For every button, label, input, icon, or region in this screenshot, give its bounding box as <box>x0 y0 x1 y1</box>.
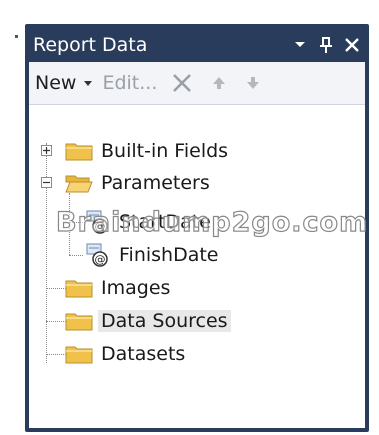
new-label: New <box>35 72 77 94</box>
report-data-panel: Report Data New Edit... Built-in Fields … <box>25 24 369 432</box>
svg-text:@: @ <box>95 220 106 233</box>
tree-node-data-sources[interactable]: Data Sources <box>65 306 231 336</box>
move-down-icon[interactable] <box>245 75 261 91</box>
tree-node-images[interactable]: Images <box>65 273 170 303</box>
delete-icon[interactable] <box>171 72 193 94</box>
panel-body: New Edit... Built-in Fields Parameters @… <box>29 62 365 428</box>
panel-titlebar: Report Data <box>29 28 365 62</box>
folder-icon <box>65 280 93 298</box>
collapse-parameters-toggle[interactable] <box>41 177 52 188</box>
tree-node-datasets[interactable]: Datasets <box>65 339 185 369</box>
tree-connector-start <box>69 222 83 223</box>
edit-button[interactable]: Edit... <box>102 72 157 94</box>
new-button[interactable]: New <box>35 72 93 94</box>
node-label: Datasets <box>101 343 186 365</box>
pin-icon[interactable] <box>313 31 339 59</box>
node-label: Data Sources <box>98 310 231 332</box>
report-data-tree: Built-in Fields Parameters @ StartDate @… <box>29 105 365 365</box>
open-folder-icon <box>65 175 93 193</box>
node-label: Built-in Fields <box>101 140 229 162</box>
window-position-dropdown-icon[interactable] <box>287 31 313 59</box>
tree-node-finishdate[interactable]: @ FinishDate <box>85 240 219 270</box>
node-label: Images <box>101 277 171 299</box>
folder-icon <box>65 313 93 331</box>
node-label: StartDate <box>119 211 211 233</box>
tree-connector-main <box>46 143 47 363</box>
tree-connector-finish <box>69 255 83 256</box>
close-icon[interactable] <box>339 31 365 59</box>
toolbar: New Edit... <box>29 62 365 105</box>
panel-title: Report Data <box>33 34 148 56</box>
parameter-icon: @ <box>86 210 108 234</box>
node-label: Parameters <box>101 172 210 194</box>
folder-icon <box>65 143 93 161</box>
parameter-icon: @ <box>86 243 108 267</box>
move-up-icon[interactable] <box>211 75 227 91</box>
tree-node-startdate[interactable]: @ StartDate <box>85 207 211 237</box>
tree-node-builtin-fields[interactable]: Built-in Fields <box>65 136 228 166</box>
folder-icon <box>65 346 93 364</box>
chevron-down-icon <box>84 81 93 86</box>
tree-connector-parameters <box>69 193 70 255</box>
stray-dot <box>15 35 18 38</box>
tree-node-parameters[interactable]: Parameters <box>65 168 210 198</box>
node-label: FinishDate <box>119 244 219 266</box>
expand-builtin-fields-toggle[interactable] <box>41 145 52 156</box>
svg-text:@: @ <box>95 253 106 266</box>
